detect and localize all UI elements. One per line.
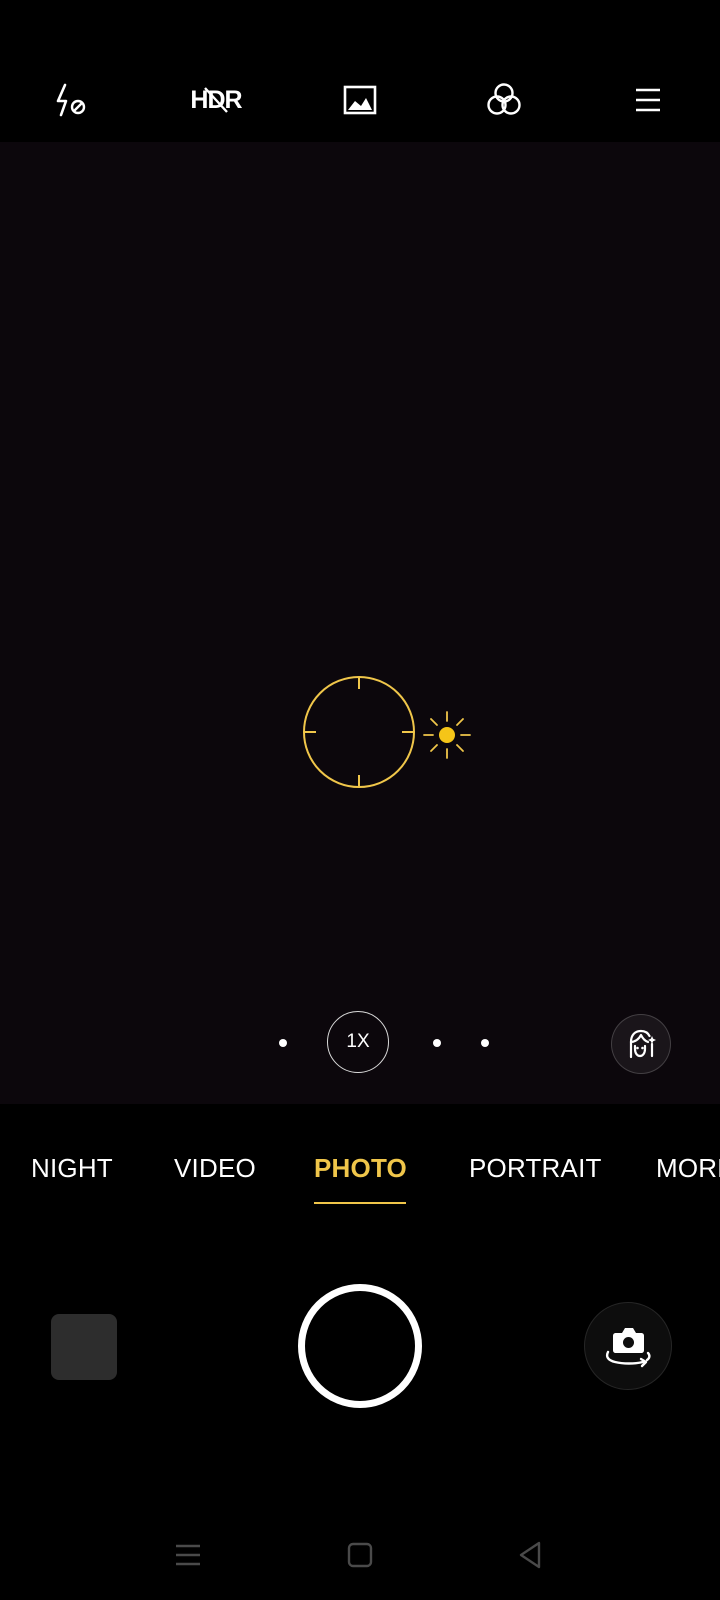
image-ratio-icon (343, 85, 377, 115)
flash-off-icon (56, 83, 86, 117)
recents-icon (176, 1544, 200, 1566)
home-icon (347, 1542, 373, 1568)
zoom-option-dot[interactable] (279, 1039, 287, 1047)
mode-photo[interactable]: PHOTO (314, 1138, 407, 1198)
shutter-button[interactable] (298, 1284, 422, 1408)
zoom-option-dot[interactable] (433, 1039, 441, 1047)
back-icon (519, 1541, 541, 1569)
hdr-off-slash-icon (204, 87, 229, 113)
mode-night[interactable]: NIGHT (31, 1138, 113, 1198)
camera-switch-icon (605, 1328, 651, 1368)
exposure-slider[interactable] (422, 710, 472, 760)
gallery-thumbnail[interactable] (51, 1314, 117, 1380)
nav-back-button[interactable] (500, 1530, 560, 1580)
camera-toolbar: HDR (0, 60, 720, 140)
flash-toggle[interactable] (40, 60, 104, 140)
nav-home-button[interactable] (330, 1530, 390, 1580)
mode-portrait[interactable]: PORTRAIT (469, 1138, 602, 1198)
face-beauty-icon (629, 1029, 656, 1059)
focus-ring-icon (303, 676, 415, 788)
mode-more[interactable]: MORE (656, 1138, 720, 1198)
filter-icon (487, 83, 521, 115)
zoom-option-dot[interactable] (481, 1039, 489, 1047)
focus-ring[interactable] (303, 676, 415, 788)
filter-button[interactable] (472, 60, 536, 140)
nav-recents-button[interactable] (158, 1530, 218, 1580)
active-mode-indicator (314, 1202, 406, 1204)
mode-video[interactable]: VIDEO (174, 1138, 256, 1198)
zoom-label: 1X (346, 1031, 370, 1052)
beauty-mode-button[interactable] (611, 1014, 671, 1074)
sun-exposure-icon (423, 711, 471, 759)
hdr-toggle[interactable]: HDR (184, 60, 248, 140)
aspect-ratio-button[interactable] (328, 60, 392, 140)
camera-switch-button[interactable] (584, 1302, 672, 1390)
zoom-1x-button[interactable]: 1X (327, 1011, 389, 1073)
camera-viewfinder[interactable] (0, 142, 720, 1104)
camera-mode-selector: NIGHT VIDEO PHOTO PORTRAIT MORE (0, 1104, 720, 1214)
menu-icon (636, 88, 660, 112)
menu-button[interactable] (616, 60, 680, 140)
